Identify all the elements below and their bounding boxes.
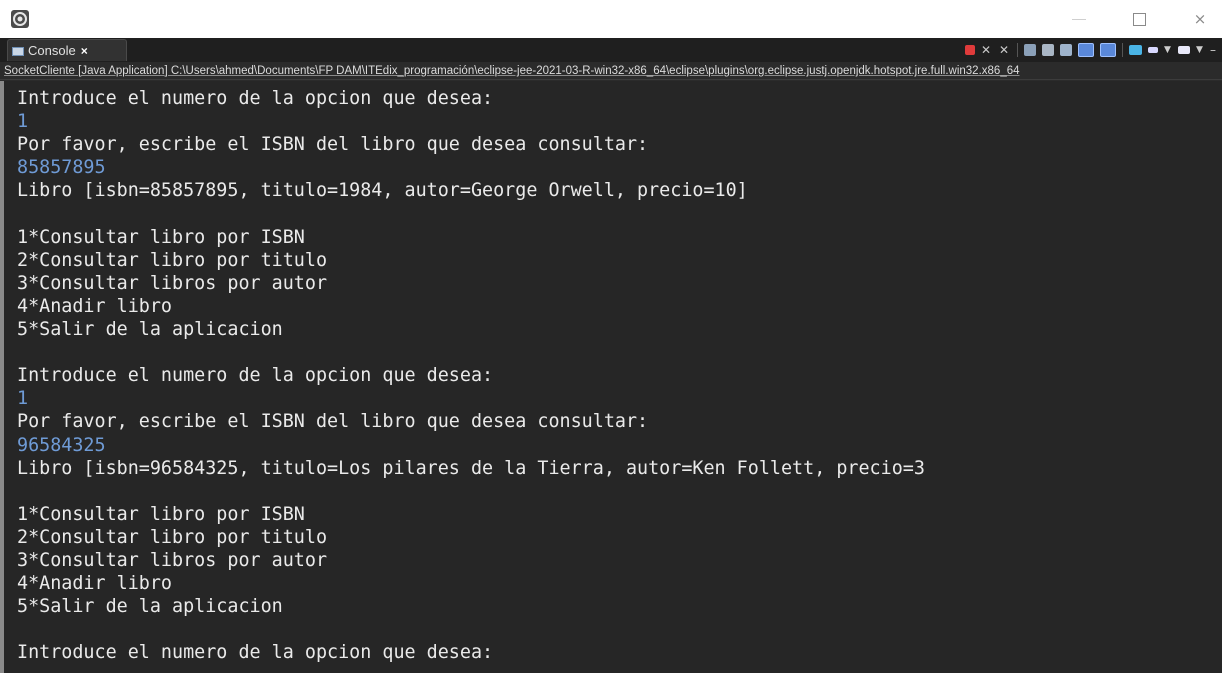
console-output-line: 1*Consultar libro por ISBN [17, 503, 305, 525]
console-output-line: Introduce el numero de la opcion que des… [17, 365, 494, 387]
console-output-line: 1*Consultar libro por ISBN [17, 226, 305, 248]
open-console-icon[interactable] [1178, 46, 1190, 54]
toolbar-separator [1122, 43, 1123, 57]
console-output-line: Libro [isbn=96584325, titulo=Los pilares… [17, 457, 925, 479]
tab-console-label: Console [28, 43, 76, 58]
chevron-down-icon[interactable]: ▼ [1196, 44, 1204, 56]
terminate-icon[interactable] [965, 45, 975, 55]
show-console-on-stdout-icon[interactable] [1078, 43, 1094, 57]
show-console-on-stderr-icon[interactable] [1100, 43, 1116, 57]
remove-all-terminated-icon[interactable]: ✕ [999, 44, 1011, 56]
console-output-line: 5*Salir de la aplicacion [17, 596, 283, 618]
word-wrap-icon[interactable] [1060, 44, 1072, 56]
console-output-line: 2*Consultar libro por titulo [17, 249, 328, 271]
toolbar-separator [1017, 43, 1018, 57]
console-output[interactable]: Introduce el numero de la opcion que des… [0, 81, 1222, 673]
console-output-line: 5*Salir de la aplicacion [17, 319, 283, 340]
pin-console-icon[interactable] [1129, 45, 1142, 55]
console-icon [12, 47, 24, 56]
console-input-line: 1 [17, 111, 29, 133]
launch-path-label: SocketCliente [Java Application] C:\User… [0, 62, 1222, 80]
console-toolbar: ✕ ✕ ▼ ▼ – [965, 43, 1218, 57]
console-input-line: 96584325 [17, 434, 106, 456]
tab-close-icon[interactable]: × [81, 44, 88, 58]
console-output-line: 3*Consultar libros por autor [17, 272, 328, 294]
minimize-view-icon[interactable]: – [1210, 44, 1218, 56]
maximize-icon [1133, 13, 1146, 26]
console-input-line: 85857895 [17, 157, 106, 179]
display-selected-console-icon[interactable] [1148, 47, 1158, 53]
eclipse-window: × Console × ✕ ✕ ▼ ▼ – SocketCliente [Java… [0, 0, 1222, 673]
console-input-line: 1 [17, 388, 29, 410]
console-output-line: Introduce el numero de la opcion que des… [17, 88, 494, 109]
eclipse-icon [11, 10, 29, 28]
minimize-icon [1072, 19, 1086, 20]
close-window-button[interactable]: × [1180, 8, 1220, 30]
maximize-button[interactable] [1120, 8, 1160, 30]
console-output-line: 3*Consultar libros por autor [17, 550, 328, 571]
remove-launch-icon[interactable]: ✕ [981, 44, 993, 56]
minimize-button[interactable] [1060, 8, 1100, 30]
chevron-down-icon[interactable]: ▼ [1164, 44, 1172, 56]
view-tab-strip: Console × ✕ ✕ ▼ ▼ – [0, 38, 1222, 62]
console-output-line: 2*Consultar libro por titulo [17, 526, 328, 548]
console-output-line: 4*Anadir libro [17, 573, 173, 595]
tab-console[interactable]: Console × [7, 39, 127, 61]
console-output-line: Por favor, escribe el ISBN del libro que… [17, 134, 649, 156]
title-bar[interactable]: × [0, 0, 1222, 39]
scroll-lock-icon[interactable] [1042, 44, 1054, 56]
console-output-line: Introduce el numero de la opcion que des… [17, 642, 494, 664]
console-output-line: 4*Anadir libro [17, 295, 173, 317]
clear-console-icon[interactable] [1024, 44, 1036, 56]
console-output-line: Por favor, escribe el ISBN del libro que… [17, 411, 649, 433]
console-output-line: Libro [isbn=85857895, titulo=1984, autor… [17, 180, 748, 202]
